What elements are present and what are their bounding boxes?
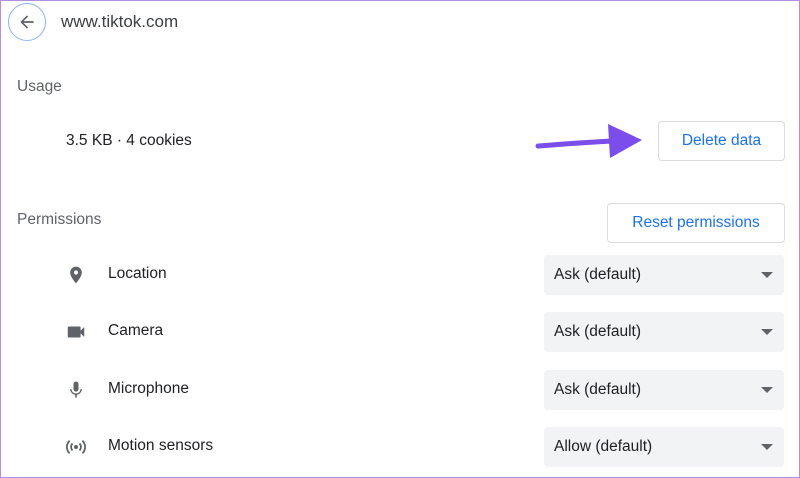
chevron-down-icon (761, 272, 773, 278)
delete-data-label: Delete data (681, 132, 762, 149)
permission-label: Motion sensors (108, 437, 214, 454)
arrow-left-icon (20, 15, 34, 29)
reset-permissions-button[interactable]: Reset permissions (607, 203, 785, 243)
motion-sensors-select[interactable]: Allow (default) (544, 427, 784, 467)
microphone-select[interactable]: Ask (default) (544, 370, 784, 410)
location-pin-icon (64, 263, 88, 287)
camera-icon (64, 320, 88, 344)
back-button[interactable] (8, 3, 46, 41)
select-value: Allow (default) (554, 438, 653, 455)
permission-row-motion-sensors: Motion sensors Allow (default) (0, 427, 800, 467)
permission-row-microphone: Microphone Ask (default) (0, 370, 800, 410)
chevron-down-icon (761, 444, 773, 450)
usage-summary: 3.5 KB · 4 cookies (66, 132, 192, 149)
motion-sensors-icon (64, 435, 88, 459)
select-value: Ask (default) (554, 266, 642, 283)
permission-label: Location (108, 265, 167, 282)
microphone-icon (64, 378, 88, 402)
annotation-arrow-icon (535, 124, 642, 158)
permissions-heading: Permissions (17, 211, 102, 228)
permission-row-location: Location Ask (default) (0, 255, 800, 295)
permission-label: Camera (108, 322, 164, 339)
site-title: www.tiktok.com (61, 12, 179, 31)
chevron-down-icon (761, 329, 773, 335)
permission-row-camera: Camera Ask (default) (0, 312, 800, 352)
delete-data-button[interactable]: Delete data (658, 121, 785, 161)
reset-permissions-label: Reset permissions (632, 214, 760, 231)
usage-heading: Usage (17, 78, 62, 95)
permission-label: Microphone (108, 380, 189, 397)
camera-select[interactable]: Ask (default) (544, 312, 784, 352)
select-value: Ask (default) (554, 323, 642, 340)
chevron-down-icon (761, 387, 773, 393)
location-select[interactable]: Ask (default) (544, 255, 784, 295)
select-value: Ask (default) (554, 381, 642, 398)
